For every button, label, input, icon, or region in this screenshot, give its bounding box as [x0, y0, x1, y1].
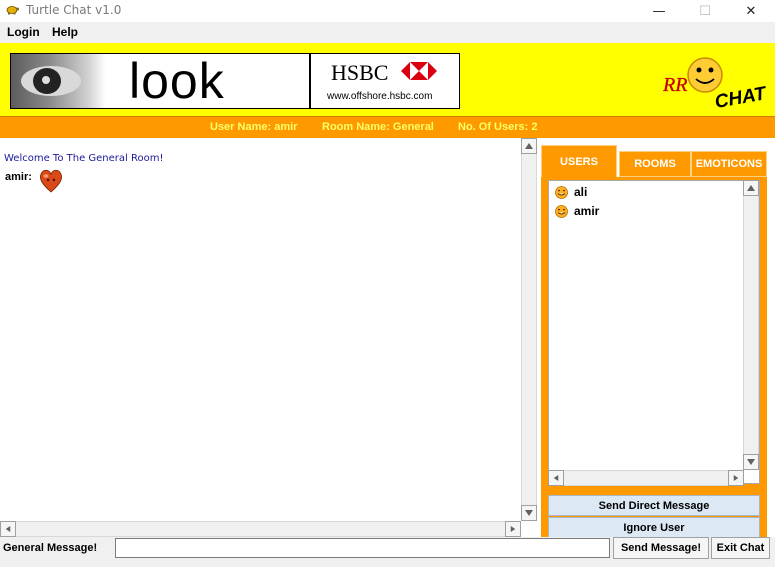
hsbc-url: www.offshore.hsbc.com: [327, 91, 433, 102]
ad-hsbc-panel: HSBC www.offshore.hsbc.com: [313, 54, 459, 108]
arrow-down-icon: [525, 510, 533, 516]
send-direct-message-button[interactable]: Send Direct Message: [548, 495, 760, 516]
smiley-icon: [555, 185, 568, 199]
arrow-left-icon: [5, 526, 11, 532]
scroll-right-button[interactable]: [728, 470, 744, 486]
send-message-button[interactable]: Send Message!: [613, 537, 709, 559]
svg-text:CHAT: CHAT: [713, 83, 769, 113]
user-list-vertical-scrollbar[interactable]: [743, 180, 759, 470]
list-item[interactable]: ali: [555, 183, 587, 201]
arrow-right-icon: [510, 526, 516, 532]
tab-emoticons[interactable]: EMOTICONS: [691, 151, 767, 177]
chat-log[interactable]: Welcome To The General Room! amir:: [0, 138, 537, 537]
tab-users[interactable]: USERS: [541, 145, 617, 177]
scroll-down-button[interactable]: [743, 454, 759, 470]
tab-container: USERS ROOMS EMOTICONS ali amir Send Dire…: [541, 145, 767, 538]
smiley-icon: [555, 204, 568, 218]
menu-login[interactable]: Login: [7, 25, 40, 39]
scroll-left-button[interactable]: [0, 521, 16, 537]
scroll-up-button[interactable]: [743, 180, 759, 196]
user-name-label: User Name: amir: [210, 121, 298, 133]
header-banner: look HSBC www.offshore.hsbc.com RR CHAT: [0, 43, 775, 116]
arrow-down-icon: [747, 459, 755, 465]
user-name: amir: [574, 204, 600, 218]
minimize-button[interactable]: —: [636, 0, 682, 22]
svg-text:RR: RR: [663, 74, 687, 96]
eye-image: [11, 54, 106, 108]
welcome-message: Welcome To The General Room!: [4, 153, 164, 164]
arrow-up-icon: [525, 143, 533, 149]
hsbc-brand: HSBC: [331, 60, 389, 85]
menu-bar: Login Help: [0, 22, 775, 43]
tab-rooms[interactable]: ROOMS: [619, 151, 691, 177]
maximize-button[interactable]: ☐: [682, 0, 728, 22]
arrow-left-icon: [553, 475, 559, 481]
menu-help[interactable]: Help: [52, 25, 78, 39]
turtle-icon: [6, 6, 19, 15]
general-message-label: General Message!: [3, 542, 98, 554]
arrow-up-icon: [747, 185, 755, 191]
message-bar: General Message! Send Message! Exit Chat: [0, 537, 775, 567]
side-panel: USERS ROOMS EMOTICONS ali amir Send Dire…: [537, 138, 775, 538]
hsbc-hexagon-icon: [401, 62, 437, 80]
heart-emoticon-icon: [40, 169, 62, 193]
user-name: ali: [574, 185, 588, 199]
rr-chat-logo: RR CHAT: [663, 57, 769, 113]
scroll-up-button[interactable]: [521, 138, 537, 154]
ignore-user-button[interactable]: Ignore User: [548, 517, 760, 538]
info-bar: User Name: amir Room Name: General No. O…: [0, 116, 775, 138]
list-item[interactable]: amir: [555, 202, 599, 220]
scroll-down-button[interactable]: [521, 505, 537, 521]
scroll-left-button[interactable]: [548, 470, 564, 486]
chat-horizontal-scrollbar[interactable]: [0, 521, 521, 537]
message-sender: amir:: [5, 171, 32, 183]
message-input[interactable]: [115, 538, 610, 558]
scroll-right-button[interactable]: [505, 521, 521, 537]
exit-chat-button[interactable]: Exit Chat: [711, 537, 770, 559]
ad-word: look: [129, 53, 225, 109]
user-list-horizontal-scrollbar[interactable]: [548, 470, 744, 486]
chat-vertical-scrollbar[interactable]: [521, 138, 537, 521]
user-count-label: No. Of Users: 2: [458, 121, 538, 133]
window-title: Turtle Chat v1.0: [26, 3, 122, 17]
ad-banner[interactable]: look HSBC www.offshore.hsbc.com: [10, 53, 460, 109]
ad-look-panel: look: [11, 54, 311, 108]
arrow-right-icon: [733, 475, 739, 481]
user-list[interactable]: ali amir: [548, 180, 760, 486]
title-bar: Turtle Chat v1.0 — ☐ ✕: [0, 0, 775, 22]
close-button[interactable]: ✕: [728, 0, 774, 22]
tab-body-users: ali amir Send Direct Message Ignore User: [541, 177, 767, 538]
room-name-label: Room Name: General: [322, 121, 434, 133]
